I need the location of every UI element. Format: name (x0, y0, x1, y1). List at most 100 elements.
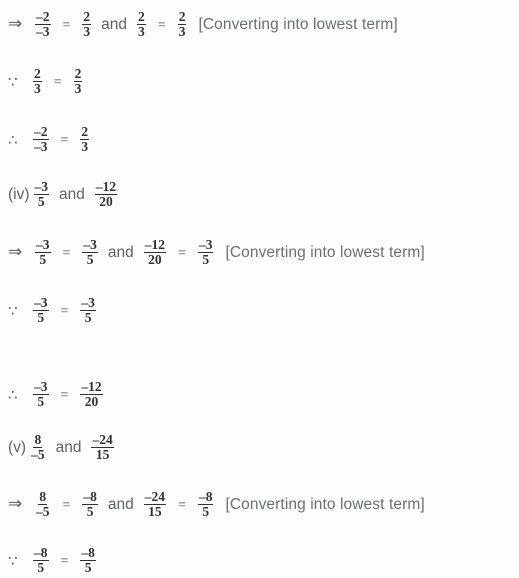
equals-sign: = (53, 74, 62, 90)
fraction-numerator: –3 (80, 294, 96, 311)
fraction-numerator: –3 (35, 236, 51, 253)
fraction-denominator: 5 (202, 504, 210, 520)
conjunction-and: and (59, 185, 85, 203)
question-line: (v) 8 –5 and –24 15 (8, 431, 117, 463)
fraction-denominator: –5 (36, 504, 50, 520)
therefore-icon: ∴ (8, 131, 18, 150)
fraction: –24 15 (143, 488, 167, 520)
fraction-denominator: 15 (148, 504, 162, 520)
implies-icon: ⇒ (8, 14, 23, 35)
fraction-numerator: –12 (80, 378, 103, 395)
fraction-numerator: –2 (35, 8, 51, 25)
fraction: –3 5 (33, 294, 49, 326)
because-icon: ∵ (8, 552, 18, 571)
fraction-denominator: –3 (36, 24, 50, 40)
fraction-numerator: –2 (33, 123, 49, 140)
therefore-icon: ∴ (8, 386, 18, 405)
fraction: –3 5 (80, 294, 96, 326)
fraction-numerator: –24 (143, 488, 167, 505)
conjunction-and: and (107, 495, 134, 513)
fraction-denominator: 5 (86, 252, 94, 268)
fraction: –12 20 (94, 178, 118, 210)
fraction: –3 5 (33, 178, 50, 210)
fraction: –8 5 (197, 488, 214, 520)
fraction-denominator: 5 (39, 252, 47, 268)
fraction-denominator: 3 (34, 81, 41, 97)
fraction: –8 5 (82, 489, 98, 520)
fraction: –2 –3 (35, 8, 51, 40)
fraction: –3 5 (35, 236, 51, 268)
fraction: –3 5 (33, 378, 49, 410)
equals-sign: = (60, 132, 69, 148)
because-icon: ∵ (8, 302, 18, 321)
question-label: (v) (8, 438, 27, 456)
fraction-denominator: 20 (148, 252, 162, 268)
fraction-numerator: 8 (38, 488, 48, 505)
fraction-numerator: 8 (33, 431, 43, 448)
fraction-denominator: 5 (37, 310, 45, 326)
fraction: 2 3 (177, 8, 187, 40)
fraction: 2 3 (33, 66, 42, 97)
solution-line: ∵ –8 5 = –8 5 (8, 544, 99, 576)
fraction: –8 5 (33, 544, 49, 576)
fraction-numerator: –3 (33, 378, 49, 395)
equals-sign: = (178, 245, 186, 261)
conjunction-and: and (107, 243, 134, 261)
fraction-denominator: –3 (34, 139, 48, 155)
solution-line: ∵ 2 3 = 2 3 (8, 65, 85, 97)
fraction-numerator: –8 (33, 544, 49, 561)
fraction-numerator: –8 (197, 488, 214, 505)
equals-sign: = (60, 387, 69, 403)
fraction-numerator: –12 (94, 178, 118, 195)
equals-sign: = (60, 553, 69, 569)
fraction-denominator: 3 (83, 24, 91, 40)
fraction-numerator: 2 (177, 8, 187, 25)
fraction: 2 3 (73, 65, 83, 97)
fraction-numerator: –3 (197, 236, 214, 253)
fraction-denominator: 5 (37, 194, 45, 210)
fraction: –8 5 (80, 544, 96, 576)
fraction-numerator: –3 (33, 178, 50, 195)
fraction: 8 –5 (35, 488, 51, 520)
fraction-denominator: 3 (81, 139, 89, 155)
fraction-numerator: 2 (80, 123, 90, 140)
conversion-note: [Converting into lowest term] (225, 243, 425, 261)
fraction-numerator: –8 (80, 544, 96, 561)
fraction-denominator: 5 (37, 394, 45, 410)
fraction: 8 –5 (30, 431, 46, 463)
fraction: –24 15 (91, 432, 114, 463)
equals-sign: = (60, 303, 69, 319)
fraction-numerator: –3 (33, 294, 49, 311)
solution-page: ⇒ –2 –3 = 2 3 and 2 3 = 2 3 [Converting … (0, 0, 519, 578)
fraction: –2 –3 (33, 123, 49, 155)
equals-sign: = (157, 17, 166, 33)
fraction: 2 3 (137, 8, 146, 40)
equals-sign: = (62, 17, 71, 33)
fraction: 2 3 (80, 123, 90, 155)
conversion-note: [Converting into lowest term] (198, 15, 398, 33)
conversion-note: [Converting into lowest term] (225, 495, 425, 513)
fraction-numerator: –3 (82, 236, 98, 253)
solution-line: ⇒ –2 –3 = 2 3 and 2 3 = 2 3 [Converting … (8, 8, 398, 40)
fraction-denominator: 20 (99, 194, 113, 210)
fraction-numerator: 2 (82, 8, 92, 25)
fraction: 2 3 (82, 8, 92, 40)
fraction-denominator: 3 (178, 24, 186, 40)
equals-sign: = (62, 245, 71, 261)
fraction: –12 20 (80, 378, 103, 410)
equals-sign: = (62, 497, 71, 513)
fraction: –3 5 (197, 236, 214, 268)
solution-line: ⇒ 8 –5 = –8 5 and –24 15 = –8 5 [Convert… (8, 488, 425, 520)
solution-line: ⇒ –3 5 = –3 5 and –12 20 = –3 5 [Convert… (8, 236, 425, 268)
fraction-numerator: 2 (73, 65, 83, 82)
solution-line: ∴ –3 5 = –12 20 (8, 378, 106, 410)
implies-icon: ⇒ (8, 494, 23, 515)
fraction-denominator: 3 (74, 81, 82, 97)
equals-sign: = (178, 497, 186, 513)
fraction-denominator: 3 (138, 24, 145, 40)
fraction-denominator: –5 (31, 447, 45, 463)
fraction-numerator: 2 (137, 8, 146, 25)
fraction-denominator: 5 (202, 252, 210, 268)
solution-line: ∴ –2 –3 = 2 3 (8, 123, 92, 155)
solution-line: ∵ –3 5 = –3 5 (8, 294, 99, 326)
